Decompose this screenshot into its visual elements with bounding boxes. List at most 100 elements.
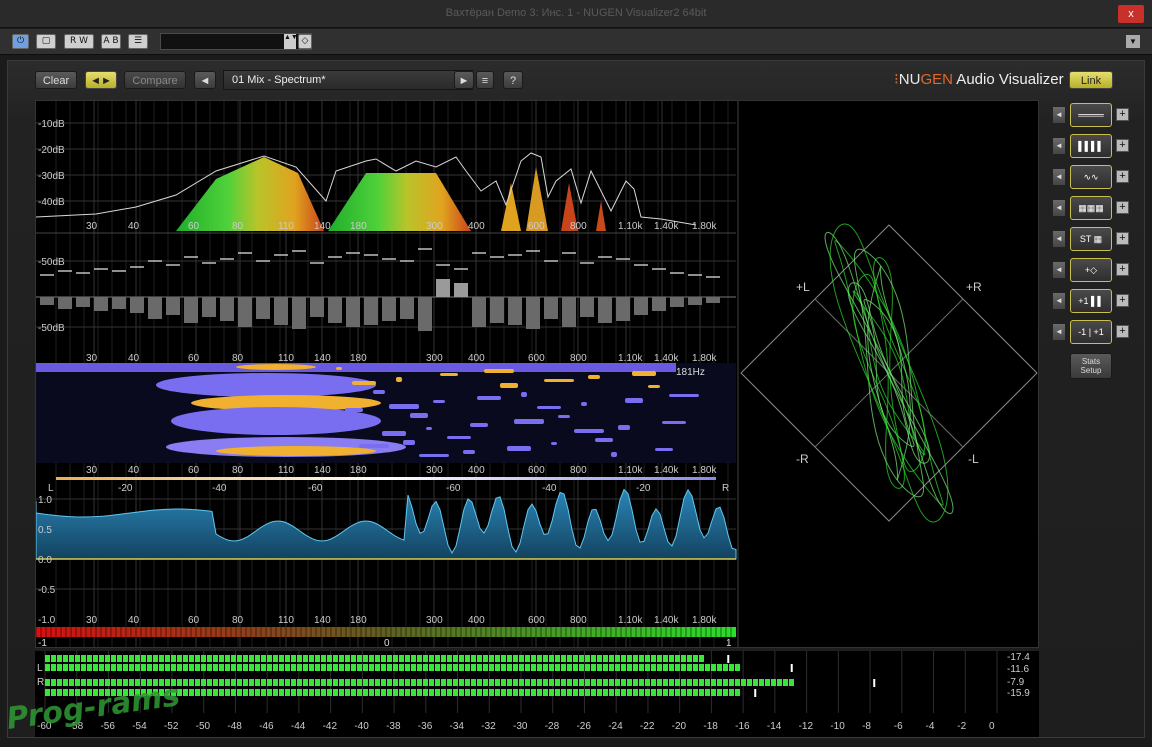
meter-segment [399,664,404,671]
meter-segment [147,655,152,662]
options-button[interactable]: ◇ [298,34,312,49]
meter-segment [147,664,152,671]
meter-segment [549,655,554,662]
difference-bar [274,297,288,325]
mode-add-button[interactable]: + [1116,108,1129,121]
sonogram-streak [470,423,488,427]
meter-scale-label: -22 [640,721,655,732]
clear-button[interactable]: Clear [35,71,77,89]
mode-row: ◄ ST ▦ + [1052,227,1142,251]
swap-button[interactable]: ◄► [85,71,117,89]
meter-segment [609,664,614,671]
mode-prev-button[interactable]: ◄ [1052,261,1066,279]
wave-mode-button[interactable]: ∿∿ [1070,165,1112,189]
meter-segment [369,664,374,671]
host-dropdown-button[interactable]: ▼ [1126,35,1140,48]
mode-prev-button[interactable]: ◄ [1052,106,1066,124]
meter-segment [585,689,590,696]
meter-segment [195,689,200,696]
meter-segment [597,679,602,686]
frequency-label: 60 [188,465,200,476]
meter-segment [465,655,470,662]
mode-add-button[interactable]: + [1116,263,1129,276]
mode-add-button[interactable]: + [1116,201,1129,214]
meter-segment [753,679,758,686]
meter-segment [363,679,368,686]
meter-segment [375,679,380,686]
sonogram-streak [655,448,673,451]
correlation-label: -0.5 [38,585,56,596]
difference-bar [328,297,342,323]
meter-segment [681,655,686,662]
stereo-mode-button[interactable]: ════ [1070,103,1112,127]
sonogram-band [156,373,376,397]
rw-button[interactable]: R W [64,34,94,49]
meter-segment [51,679,56,686]
menu-button[interactable]: ☰ [128,34,148,49]
mode-add-button[interactable]: + [1116,139,1129,152]
preset-stepper[interactable]: ▲▼ [284,34,298,49]
mode-prev-button[interactable]: ◄ [1052,137,1066,155]
sonogram-mode-button[interactable]: ▦▦▦ [1070,196,1112,220]
mode-prev-button[interactable]: ◄ [1052,168,1066,186]
mode-prev-button[interactable]: ◄ [1052,199,1066,217]
meter-segment [477,655,482,662]
mode-add-button[interactable]: + [1116,232,1129,245]
meter-segment [693,655,698,662]
meter-scale-label: -48 [227,721,242,732]
meter-segment [135,655,140,662]
spectrum-db-label: -10dB [38,119,65,130]
correlation-mode-button[interactable]: +1 ▌▌ [1070,289,1112,313]
help-button[interactable]: ? [503,71,523,89]
mode-add-button[interactable]: + [1116,294,1129,307]
spectrum-mode-button[interactable]: ▌▌▌▌ [1070,134,1112,158]
meter-segment [345,655,350,662]
meter-segment [129,655,134,662]
prev-view-button[interactable]: ◄ [194,71,216,89]
sonogram-streak [544,379,574,382]
meter-segment [675,689,680,696]
mode-add-button[interactable]: + [1116,325,1129,338]
meter-segment [549,689,554,696]
meter-segment [249,679,254,686]
view-list-button[interactable]: ≡ [476,71,494,89]
stereo-sonogram-mode-button[interactable]: ST ▦ [1070,227,1112,251]
vectorscope-mode-button[interactable]: +◇ [1070,258,1112,282]
frequency-label: 30 [86,465,98,476]
meter-segment [645,655,650,662]
next-view-button[interactable]: ► [454,71,474,89]
link-button[interactable]: Link [1069,71,1113,89]
close-button[interactable]: x [1118,5,1144,23]
difference-bar [508,297,522,325]
ab-button[interactable]: A B [101,34,121,49]
meter-segment [303,689,308,696]
mode-add-button[interactable]: + [1116,170,1129,183]
power-button[interactable]: ⏻ [12,34,29,49]
meter-segment [459,689,464,696]
meter-segment [393,679,398,686]
meter-segment [471,655,476,662]
meter-segment [675,655,680,662]
balance-mode-button[interactable]: -1 | +1 [1070,320,1112,344]
meter-segment [723,664,728,671]
compare-toggle-button[interactable]: ▢ [36,34,56,49]
meter-segment [687,664,692,671]
meter-segment [357,689,362,696]
meter-segment [621,679,626,686]
meter-scale-label: -20 [672,721,687,732]
compare-button[interactable]: Compare [124,71,186,89]
sonogram-streak [574,429,604,433]
meter-segment [159,664,164,671]
meter-segment [627,664,632,671]
view-name-field[interactable]: 01 Mix - Spectrum* [223,70,473,90]
mode-row: ◄ ▌▌▌▌ + [1052,134,1142,158]
mode-prev-button[interactable]: ◄ [1052,292,1066,310]
meter-segment [285,664,290,671]
meter-segment [621,664,626,671]
meter-segment [441,689,446,696]
mode-prev-button[interactable]: ◄ [1052,323,1066,341]
mode-prev-button[interactable]: ◄ [1052,230,1066,248]
difference-bar [436,279,450,297]
stats-setup-button[interactable]: Stats Setup [1070,353,1112,379]
meter-segment [435,679,440,686]
